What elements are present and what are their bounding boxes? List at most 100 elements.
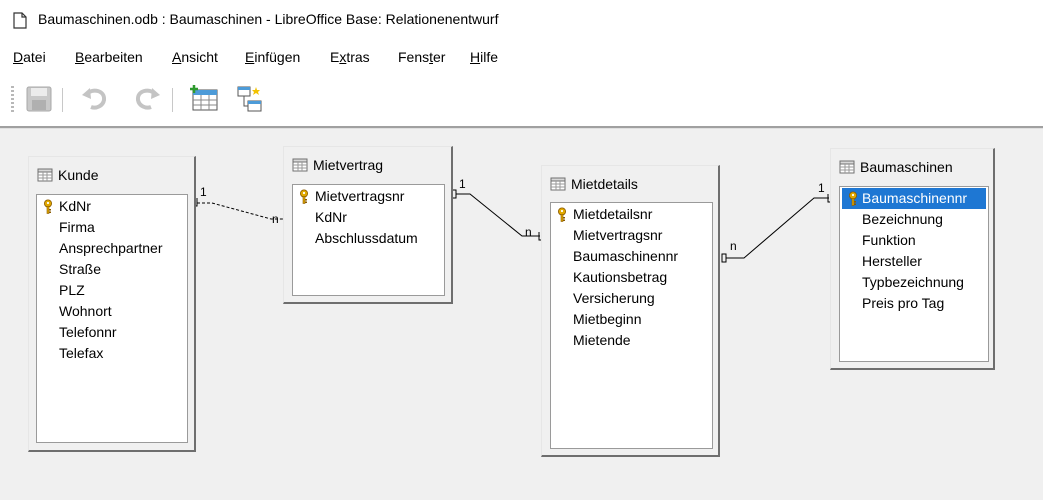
field-row[interactable]: Telefonnr — [37, 322, 187, 343]
field-name: Straße — [59, 261, 102, 277]
relation-design-canvas[interactable]: 1 n 1 n 1 n Kunde KdNr Firma Ansprechpartn… — [0, 126, 1043, 500]
field-name: Mietbeginn — [573, 311, 642, 327]
field-name: Preis pro Tag — [862, 295, 945, 311]
field-name: KdNr — [59, 198, 91, 214]
field-row[interactable]: Preis pro Tag — [840, 293, 988, 314]
table-icon — [37, 168, 53, 182]
field-name: KdNr — [315, 209, 347, 225]
window-title: Baumaschinen.odb : Baumaschinen - LibreO… — [38, 11, 499, 27]
menu-bar: Datei Bearbeiten Ansicht Einfügen Extras… — [0, 46, 1043, 70]
field-row[interactable]: Mietende — [551, 330, 712, 351]
table-header[interactable]: Mietvertrag — [284, 147, 451, 183]
menu-fenster[interactable]: Fenster — [398, 49, 445, 65]
field-row[interactable]: PLZ — [37, 280, 187, 301]
primary-key-icon — [558, 207, 566, 222]
table-title: Mietdetails — [571, 176, 638, 192]
field-name: Mietende — [573, 332, 631, 348]
field-name: Telefax — [59, 345, 104, 361]
table-title: Mietvertrag — [313, 157, 384, 173]
field-name: Typbezeichnung — [862, 274, 964, 290]
field-name: Mietvertragsnr — [315, 188, 405, 204]
toolbar-separator — [172, 88, 173, 112]
field-name: Kautionsbetrag — [573, 269, 668, 285]
field-row[interactable]: Funktion — [840, 230, 988, 251]
field-row[interactable]: Firma — [37, 217, 187, 238]
field-name: Funktion — [862, 232, 916, 248]
table-icon — [839, 160, 855, 174]
field-row[interactable]: Mietbeginn — [551, 309, 712, 330]
field-row[interactable]: Baumaschinennr — [551, 246, 712, 267]
field-name: Telefonnr — [59, 324, 117, 340]
add-tables-button[interactable] — [188, 82, 222, 116]
redo-button[interactable] — [130, 82, 164, 116]
table-icon — [550, 177, 566, 191]
field-row[interactable]: Bezeichnung — [840, 209, 988, 230]
menu-hilfe[interactable]: Hilfe — [470, 49, 498, 65]
primary-key-icon — [300, 189, 308, 204]
field-row[interactable]: KdNr — [37, 196, 187, 217]
relation-baumaschinen-mietdetails[interactable] — [721, 194, 833, 263]
field-name: Mietvertragsnr — [573, 227, 663, 243]
card-mietdetails-n: n — [525, 225, 532, 239]
save-icon — [26, 86, 52, 112]
table-window-mietdetails[interactable]: Mietdetails Mietdetailsnr Mietvertragsnr B… — [541, 165, 720, 457]
field-row[interactable]: Typbezeichnung — [840, 272, 988, 293]
save-button[interactable] — [22, 82, 56, 116]
document-icon — [13, 12, 27, 29]
undo-icon — [82, 88, 106, 110]
table-icon — [292, 158, 308, 172]
title-bar: Baumaschinen.odb : Baumaschinen - LibreO… — [0, 0, 1043, 40]
field-name: Bezeichnung — [862, 211, 943, 227]
card-mietvertrag-n: n — [272, 212, 279, 226]
table-window-mietvertrag[interactable]: Mietvertrag Mietvertragsnr KdNr Abschlussd… — [283, 146, 453, 304]
field-row[interactable]: Kautionsbetrag — [551, 267, 712, 288]
card-kunde-1: 1 — [200, 185, 207, 199]
primary-key-icon — [44, 199, 52, 214]
field-name: Firma — [59, 219, 95, 235]
field-row[interactable]: Baumaschinennr — [842, 188, 986, 209]
card-mietdetails-n2: n — [730, 239, 737, 253]
menu-einfuegen[interactable]: Einfügen — [245, 49, 300, 65]
primary-key-icon — [849, 191, 857, 206]
field-row[interactable]: Telefax — [37, 343, 187, 364]
field-name: Wohnort — [59, 303, 112, 319]
add-table-icon — [190, 85, 218, 111]
new-relation-button[interactable] — [232, 82, 266, 116]
card-baumaschinen-1: 1 — [818, 181, 825, 195]
field-row[interactable]: Abschlussdatum — [293, 228, 444, 249]
field-row[interactable]: KdNr — [293, 207, 444, 228]
menu-bearbeiten[interactable]: Bearbeiten — [75, 49, 143, 65]
menu-datei[interactable]: Datei — [13, 49, 46, 65]
field-name: Abschlussdatum — [315, 230, 418, 246]
toolbar-separator — [62, 88, 63, 112]
field-name: Hersteller — [862, 253, 922, 269]
field-list[interactable]: KdNr Firma Ansprechpartner Straße PLZ Wohnort… — [36, 194, 188, 443]
menu-extras[interactable]: Extras — [330, 49, 370, 65]
toolbar-grip[interactable] — [11, 86, 14, 112]
field-row[interactable]: Versicherung — [551, 288, 712, 309]
field-list[interactable]: Baumaschinennr Bezeichnung Funktion Herstel… — [839, 186, 989, 362]
table-header[interactable]: Baumaschinen — [831, 149, 993, 185]
field-row[interactable]: Wohnort — [37, 301, 187, 322]
new-relation-icon — [237, 86, 262, 112]
card-mietvertrag-1: 1 — [459, 177, 466, 191]
table-header[interactable]: Mietdetails — [542, 166, 718, 202]
field-list[interactable]: Mietvertragsnr KdNr Abschlussdatum — [292, 184, 445, 296]
undo-button[interactable] — [78, 82, 112, 116]
table-header[interactable]: Kunde — [29, 157, 194, 193]
field-row[interactable]: Hersteller — [840, 251, 988, 272]
table-window-baumaschinen[interactable]: Baumaschinen Baumaschinennr Bezeichnung Fu… — [830, 148, 995, 370]
field-name: Ansprechpartner — [59, 240, 163, 256]
field-row[interactable]: Mietdetailsnr — [551, 204, 712, 225]
field-row[interactable]: Straße — [37, 259, 187, 280]
table-title: Kunde — [58, 167, 99, 183]
menu-ansicht[interactable]: Ansicht — [172, 49, 218, 65]
field-name: Baumaschinennr — [862, 190, 968, 206]
toolbar — [0, 76, 1043, 120]
field-row[interactable]: Ansprechpartner — [37, 238, 187, 259]
field-name: Versicherung — [573, 290, 655, 306]
field-row[interactable]: Mietvertragsnr — [551, 225, 712, 246]
table-window-kunde[interactable]: Kunde KdNr Firma Ansprechpartner Straße PLZ W… — [28, 156, 196, 452]
field-list[interactable]: Mietdetailsnr Mietvertragsnr Baumaschinenn… — [550, 202, 713, 449]
field-row[interactable]: Mietvertragsnr — [293, 186, 444, 207]
